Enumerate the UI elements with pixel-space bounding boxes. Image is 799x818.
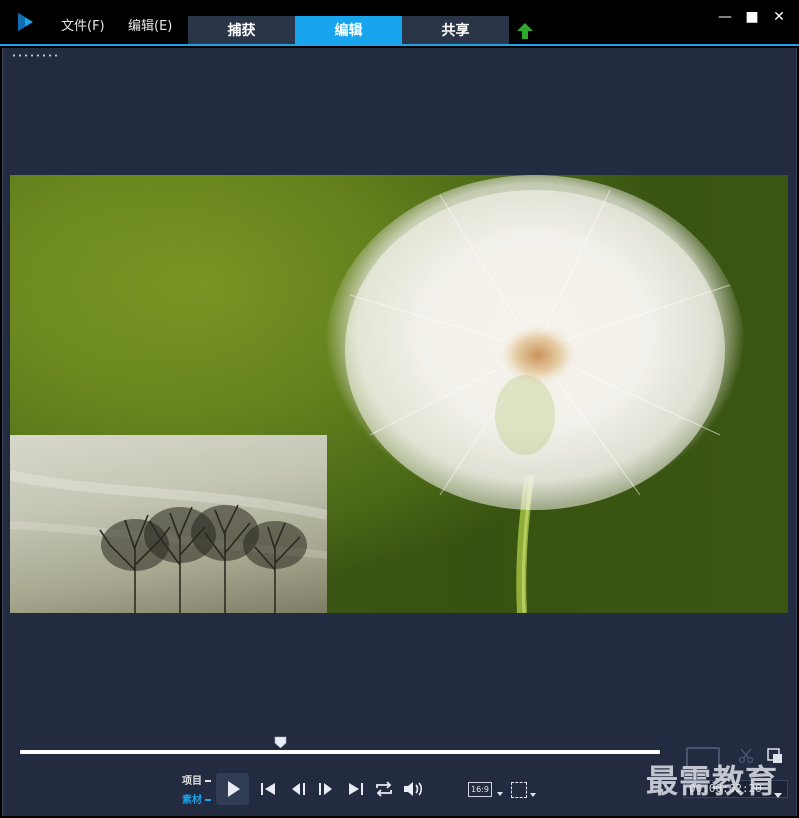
menu-edit[interactable]: 编辑(E) [128,15,172,34]
upload-icon[interactable] [516,22,534,40]
chevron-down-icon[interactable] [530,793,536,797]
go-to-end-button[interactable] [342,776,368,802]
volume-icon [404,782,423,796]
scrubber-handle[interactable] [274,736,287,749]
aspect-ratio-button[interactable]: 16:9 [468,782,494,798]
overlay-clip[interactable] [10,435,327,613]
mode-project[interactable]: 项目 [182,772,211,787]
panel-grip-handle[interactable] [11,54,57,57]
repeat-icon [376,781,392,797]
minimize-button[interactable]: — [716,8,734,26]
crop-icon[interactable] [511,782,527,798]
go-to-end-icon [349,783,363,795]
close-button[interactable]: ✕ [770,8,788,26]
go-to-start-button[interactable] [256,776,282,802]
repeat-button[interactable] [371,776,397,802]
play-icon [228,781,240,797]
trees-image [10,470,327,613]
prev-frame-icon [292,783,305,795]
go-to-start-icon [261,783,275,795]
volume-button[interactable] [400,776,426,802]
title-bar: 文件(F) 编辑(E) 捕获 编辑 共享 — ■ ✕ [0,0,799,46]
mode-clip[interactable]: 素材 [182,791,211,806]
play-button[interactable] [216,773,249,805]
dandelion-image [325,175,745,613]
timeline-scrubber[interactable] [20,750,660,754]
chevron-down-icon[interactable] [497,792,503,796]
watermark-text: 最需教育 [646,762,779,800]
tab-share[interactable]: 共享 [402,16,509,46]
maximize-button[interactable]: ■ [743,8,761,26]
next-frame-icon [319,783,332,795]
tab-edit[interactable]: 编辑 [295,16,402,46]
next-frame-button[interactable] [312,776,338,802]
aspect-ratio-label: 16:9 [468,782,492,797]
previous-frame-button[interactable] [286,776,312,802]
tab-capture[interactable]: 捕获 [188,16,295,46]
app-logo-icon [18,13,33,31]
menu-file[interactable]: 文件(F) [61,15,105,34]
video-preview [10,175,788,613]
